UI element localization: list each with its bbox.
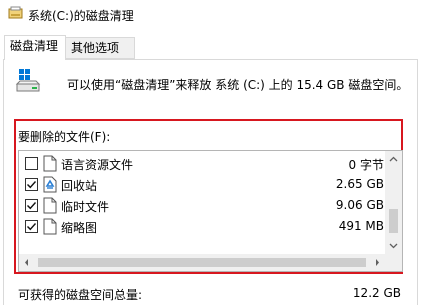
document-icon	[43, 197, 57, 214]
file-category-size: 9.06 GB	[335, 198, 384, 212]
file-category-name: 临时文件	[61, 200, 110, 214]
files-to-delete-list[interactable]: 语言资源文件 0 字节 回收站 2.65 GB 临时文件 9.06 GB 缩略图…	[18, 150, 403, 272]
drive-icon	[15, 69, 41, 92]
list-item[interactable]: 临时文件 9.06 GB	[19, 195, 389, 216]
document-icon	[43, 218, 57, 235]
scroll-left-arrow-icon[interactable]	[19, 254, 36, 271]
checkbox[interactable]	[25, 178, 38, 191]
file-category-size: 0 字节	[348, 158, 384, 172]
scroll-right-arrow-icon[interactable]	[368, 254, 385, 271]
checkmark-icon	[27, 181, 37, 189]
free-space-info: 可以使用“磁盘清理”来释放 系统 (C:) 上的 15.4 GB 磁盘空间。	[67, 78, 409, 92]
vertical-scroll-thumb[interactable]	[389, 209, 398, 233]
scroll-up-arrow-icon[interactable]	[385, 151, 402, 168]
disk-cleanup-app-icon	[8, 6, 23, 19]
tab-disk-cleanup[interactable]: 磁盘清理	[4, 35, 66, 60]
file-category-name: 缩略图	[61, 221, 98, 235]
list-item[interactable]: 回收站 2.65 GB	[19, 174, 389, 195]
file-category-name: 回收站	[61, 179, 98, 193]
checkmark-icon	[27, 223, 37, 231]
file-category-name: 语言资源文件	[61, 158, 134, 172]
checkbox[interactable]	[25, 220, 38, 233]
title-bar: 系统(C:)的磁盘清理	[0, 0, 421, 30]
checkbox[interactable]	[25, 199, 38, 212]
checkbox[interactable]	[25, 157, 38, 170]
tab-strip: 磁盘清理 其他选项	[0, 30, 421, 60]
window-title: 系统(C:)的磁盘清理	[28, 9, 134, 23]
list-item[interactable]: 缩略图 491 MB	[19, 216, 389, 237]
files-to-delete-label: 要删除的文件(F):	[18, 130, 111, 144]
horizontal-scrollbar[interactable]	[19, 254, 402, 271]
total-space-value: 12.2 GB	[352, 286, 401, 300]
tab-more-options[interactable]: 其他选项	[65, 37, 135, 59]
recycle-bin-icon	[43, 176, 57, 193]
scroll-down-arrow-icon[interactable]	[385, 237, 402, 254]
file-category-size: 491 MB	[338, 219, 384, 233]
list-item[interactable]: 语言资源文件 0 字节	[19, 153, 389, 174]
scrollbar-corner	[385, 254, 402, 271]
document-icon	[43, 155, 57, 172]
total-space-label: 可获得的磁盘空间总量:	[18, 288, 143, 302]
vertical-scrollbar[interactable]	[385, 151, 402, 254]
checkmark-icon	[27, 202, 37, 210]
file-category-size: 2.65 GB	[335, 177, 384, 191]
horizontal-scroll-thumb[interactable]	[38, 258, 366, 267]
